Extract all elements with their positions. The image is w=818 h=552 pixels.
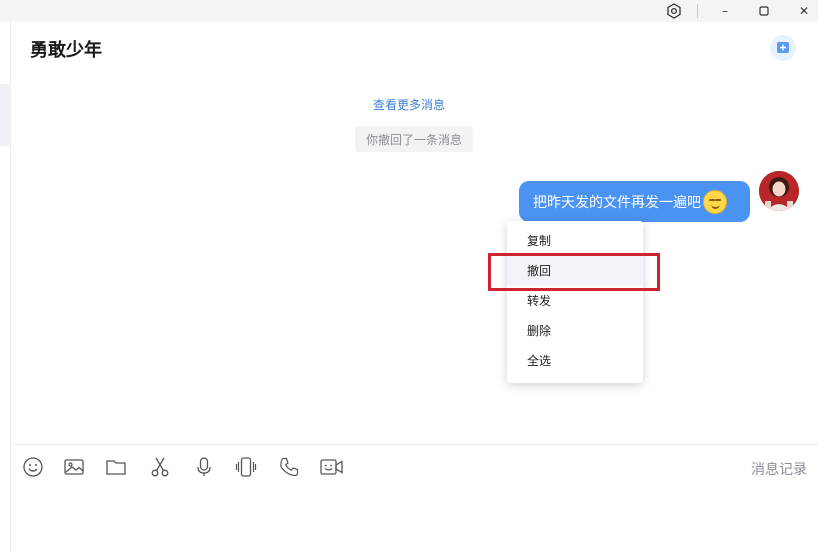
chat-title: 勇敢少年: [30, 40, 102, 61]
input-divider: [11, 444, 818, 445]
folder-icon: [106, 460, 126, 475]
video-call-button[interactable]: [319, 455, 345, 479]
voice-call-button[interactable]: [277, 455, 301, 479]
image-icon: [64, 459, 84, 475]
screenshot-button[interactable]: [148, 455, 172, 479]
selected-conversation-indicator[interactable]: [0, 84, 11, 146]
emoji-button[interactable]: [21, 455, 45, 479]
recall-highlight-box: [488, 253, 660, 291]
maximize-icon: [759, 6, 769, 16]
titlebar-divider: [697, 4, 698, 18]
menu-item-select-all[interactable]: 全选: [507, 346, 643, 376]
menu-item-copy[interactable]: 复制: [507, 226, 643, 256]
title-bar: – ✕: [0, 0, 818, 22]
close-button[interactable]: ✕: [786, 0, 818, 22]
add-chat-icon: [777, 42, 789, 53]
shake-icon: [235, 457, 257, 477]
phone-icon: [280, 457, 299, 477]
close-icon: ✕: [798, 4, 810, 18]
avatar[interactable]: [759, 171, 799, 211]
message-context-menu: 复制 撤回 转发 删除 全选: [507, 221, 643, 383]
image-button[interactable]: [62, 455, 86, 479]
add-button[interactable]: [770, 35, 796, 61]
conversation-list-strip: [0, 0, 11, 552]
file-button[interactable]: [104, 455, 128, 479]
voice-button[interactable]: [192, 455, 216, 479]
message-history-link[interactable]: 消息记录: [751, 459, 807, 479]
load-more-link[interactable]: 查看更多消息: [373, 98, 445, 112]
minimize-icon: –: [722, 4, 728, 18]
menu-item-delete[interactable]: 删除: [507, 316, 643, 346]
shake-button[interactable]: [234, 455, 258, 479]
maximize-button[interactable]: [746, 0, 782, 22]
settings-icon[interactable]: [656, 0, 692, 22]
message-text: 把昨天发的文件再发一遍吧: [533, 194, 701, 211]
minimize-button[interactable]: –: [707, 0, 743, 22]
emoji-icon: [23, 457, 43, 477]
microphone-icon: [197, 457, 211, 476]
outgoing-message-bubble[interactable]: 把昨天发的文件再发一遍吧: [519, 181, 750, 222]
smile-emoji-icon: [703, 189, 727, 214]
load-more-container: 查看更多消息: [0, 96, 818, 113]
video-call-icon: [320, 459, 343, 475]
recall-notice: 你撤回了一条消息: [355, 126, 473, 152]
message-input[interactable]: [11, 486, 818, 552]
scissors-icon: [151, 457, 169, 477]
